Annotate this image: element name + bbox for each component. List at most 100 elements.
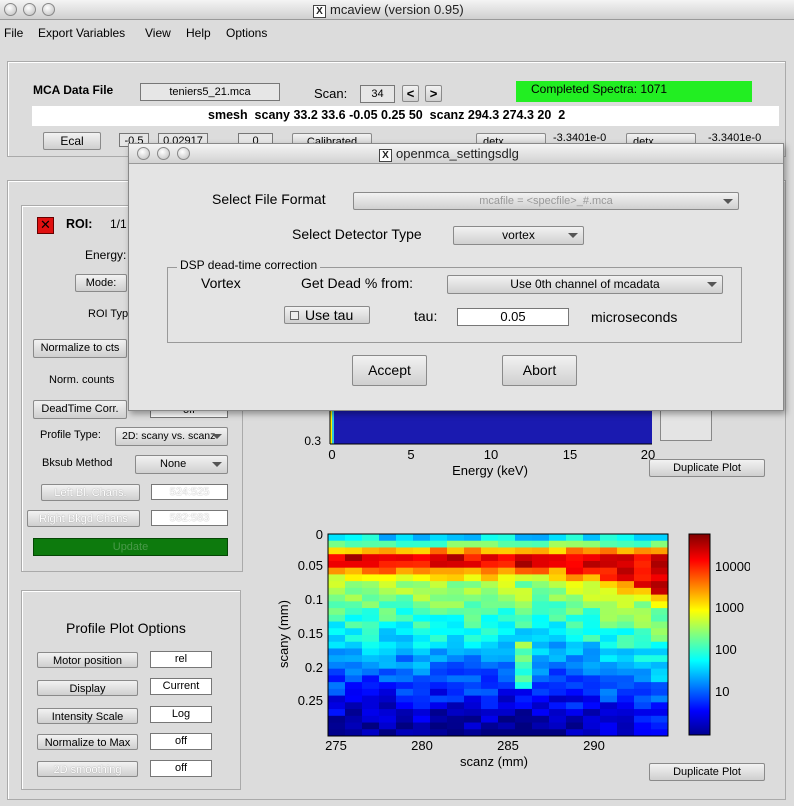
smoothing-2d-button[interactable]: 2D smoothing bbox=[37, 761, 138, 777]
normalize-to-max-button[interactable]: Normalize to Max bbox=[37, 734, 138, 750]
duplicate-plot-button-2[interactable]: Duplicate Plot bbox=[649, 763, 765, 781]
intensity-scale-value[interactable]: Log bbox=[150, 706, 212, 723]
heatmap-cell bbox=[566, 675, 584, 683]
heatmap-cell bbox=[651, 702, 669, 710]
heatmap-cell bbox=[379, 614, 397, 623]
motor-position-value[interactable]: rel bbox=[150, 651, 212, 668]
menu-help[interactable]: Help bbox=[186, 26, 211, 40]
menu-file[interactable]: File bbox=[4, 26, 23, 40]
deadtime-corr-button[interactable]: DeadTime Corr. bbox=[33, 400, 127, 419]
heatmap-cell bbox=[379, 560, 397, 569]
tau-input[interactable]: 0.05 bbox=[457, 308, 569, 326]
heatmap-cell bbox=[362, 661, 380, 670]
heatmap-cell bbox=[430, 661, 448, 670]
left-bl-chans-button[interactable]: Left Bl. Chans. bbox=[41, 484, 140, 501]
zoom-window-button[interactable] bbox=[42, 3, 55, 16]
right-bkgd-chans-button[interactable]: Right Bkgd Chans bbox=[27, 510, 140, 527]
heatmap-cell bbox=[515, 574, 533, 582]
mca-file-field[interactable]: teniers5_21.mca bbox=[140, 83, 280, 101]
minimize-window-button[interactable] bbox=[23, 3, 36, 16]
heatmap-cell bbox=[498, 608, 516, 616]
duplicate-plot-button-1[interactable]: Duplicate Plot bbox=[649, 459, 765, 477]
heatmap-cell bbox=[396, 709, 414, 717]
heatmap-cell bbox=[481, 628, 499, 636]
heatmap-cell bbox=[549, 675, 567, 683]
bksub-method-popup[interactable]: None bbox=[135, 455, 228, 474]
heatmap-cell bbox=[515, 621, 533, 629]
heatmap-cell bbox=[634, 547, 652, 555]
file-format-popup[interactable]: mcafile = <specfile>_#.mca bbox=[353, 192, 739, 210]
dead-from-popup[interactable]: Use 0th channel of mcadata bbox=[447, 275, 723, 294]
heatmap-cell bbox=[651, 641, 669, 649]
use-tau-toggle[interactable]: Use tau bbox=[284, 306, 370, 324]
scan-command-line: smesh scany 33.2 33.6 -0.05 0.25 50 scan… bbox=[32, 106, 779, 126]
heatmap-cell bbox=[634, 560, 652, 569]
heatmap-cell bbox=[583, 534, 601, 542]
prev-scan-button[interactable]: < bbox=[402, 85, 419, 102]
heatmap-cell bbox=[396, 668, 414, 676]
left-bl-chans-field[interactable]: 524:525 bbox=[151, 484, 228, 500]
heatmap-cell bbox=[532, 554, 550, 562]
heatmap-cell bbox=[413, 675, 431, 683]
accept-button[interactable]: Accept bbox=[352, 355, 427, 386]
heatmap-cell bbox=[362, 702, 380, 710]
heatmap-cell bbox=[498, 675, 516, 683]
dialog-minimize-button[interactable] bbox=[157, 147, 170, 160]
heatmap-cell bbox=[328, 715, 346, 724]
heatmap-cell bbox=[345, 655, 363, 663]
abort-button[interactable]: Abort bbox=[502, 355, 577, 386]
motor-position-button[interactable]: Motor position bbox=[37, 652, 138, 668]
normalize-to-cts-button[interactable]: Normalize to cts bbox=[33, 339, 127, 358]
heatmap-cell bbox=[328, 601, 346, 609]
heatmap-cell bbox=[447, 655, 465, 663]
dialog-zoom-button[interactable] bbox=[177, 147, 190, 160]
roi-delete-checkbox[interactable]: ✕ bbox=[37, 217, 54, 234]
heatmap-cell bbox=[498, 641, 516, 649]
intensity-scale-button[interactable]: Intensity Scale bbox=[37, 708, 138, 724]
heatmap-cell bbox=[498, 560, 516, 569]
heatmap-cell bbox=[481, 648, 499, 656]
heatmap-cell bbox=[515, 567, 533, 575]
heatmap-cell bbox=[345, 567, 363, 575]
dialog-close-button[interactable] bbox=[137, 147, 150, 160]
chevron-down-icon bbox=[707, 282, 717, 287]
mode-button[interactable]: Mode: bbox=[75, 274, 127, 292]
ecal-button[interactable]: Ecal bbox=[43, 132, 101, 150]
heatmap-cell bbox=[430, 534, 448, 542]
map-ytick: 0 bbox=[316, 527, 323, 542]
menubar: File Export Variables View Help Options bbox=[0, 21, 794, 45]
heatmap-cell bbox=[464, 722, 482, 730]
heatmap-cell bbox=[481, 709, 499, 717]
right-bkgd-chans-field[interactable]: 582:583 bbox=[151, 510, 228, 526]
heatmap-cell bbox=[328, 641, 346, 649]
heatmap-cell bbox=[413, 621, 431, 629]
menu-export-variables[interactable]: Export Variables bbox=[38, 26, 125, 40]
update-button[interactable]: Update bbox=[33, 538, 228, 556]
smoothing-2d-value[interactable]: off bbox=[150, 760, 212, 777]
map-plot: 0 0.05 0.1 0.15 0.2 0.25 275 280 285 290… bbox=[276, 527, 750, 769]
close-window-button[interactable] bbox=[4, 3, 17, 16]
profile-type-popup[interactable]: 2D: scany vs. scanz bbox=[115, 427, 228, 446]
detector-type-popup[interactable]: vortex bbox=[453, 226, 584, 245]
heatmap-cell bbox=[328, 608, 346, 616]
heatmap-cell bbox=[447, 574, 465, 582]
energy-label: Energy: bbox=[85, 248, 127, 262]
heatmap-cell bbox=[651, 594, 669, 602]
heatmap-cell bbox=[617, 594, 635, 602]
display-button[interactable]: Display bbox=[37, 680, 138, 696]
next-scan-button[interactable]: > bbox=[425, 85, 442, 102]
heatmap-cell bbox=[328, 567, 346, 575]
heatmap-cell bbox=[634, 554, 652, 562]
display-value[interactable]: Current bbox=[150, 678, 212, 695]
normalize-to-max-value[interactable]: off bbox=[150, 733, 212, 750]
heatmap-cell bbox=[379, 702, 397, 710]
menu-view[interactable]: View bbox=[145, 26, 171, 40]
heatmap-cell bbox=[532, 635, 550, 643]
scan-number-field[interactable]: 34 bbox=[360, 85, 395, 103]
menu-options[interactable]: Options bbox=[226, 26, 267, 40]
heatmap-cell bbox=[566, 554, 584, 562]
heatmap-cell bbox=[566, 534, 584, 542]
heatmap-cell bbox=[566, 668, 584, 676]
heatmap-cell bbox=[515, 682, 533, 690]
heatmap-cell bbox=[362, 641, 380, 649]
